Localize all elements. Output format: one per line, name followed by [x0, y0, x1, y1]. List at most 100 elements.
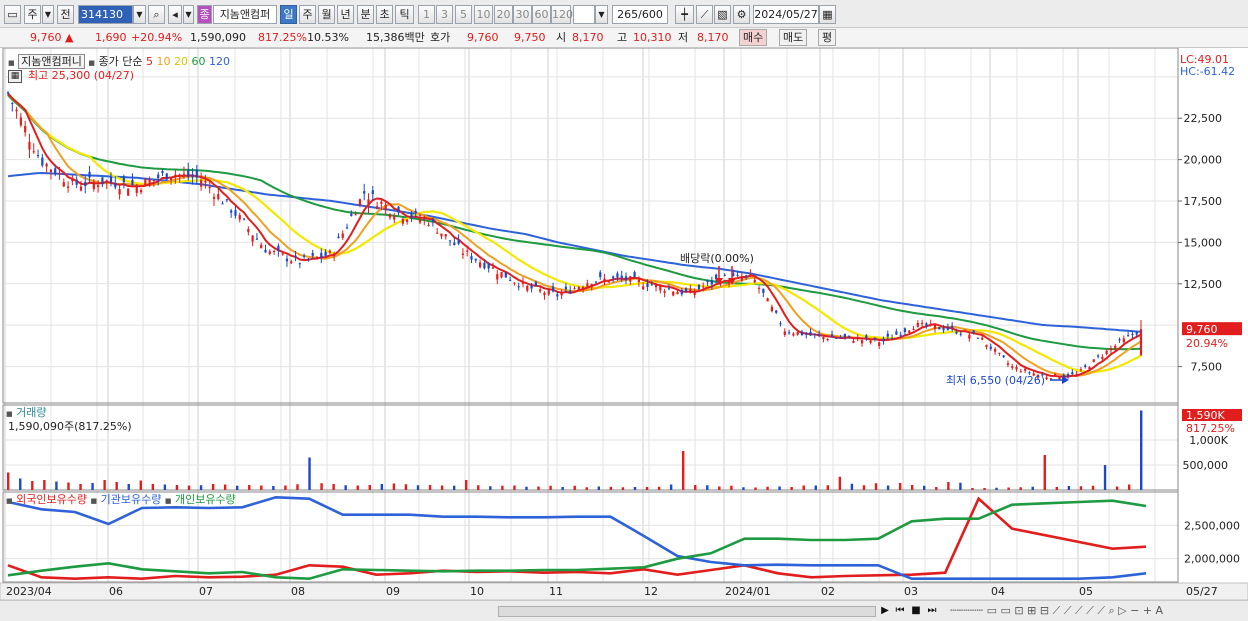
ma-120-label[interactable]: 120 — [209, 55, 230, 68]
candle-body — [139, 189, 143, 193]
window-icon[interactable]: ▭ — [4, 5, 21, 24]
interval-10[interactable]: 10 — [474, 5, 493, 24]
sell-button[interactable]: 매도 — [779, 29, 808, 46]
custom-interval-input[interactable] — [573, 5, 595, 24]
volume-bar — [730, 485, 733, 490]
ma-20-label[interactable]: 20 — [174, 55, 188, 68]
ma-5-label[interactable]: 5 — [146, 55, 153, 68]
period-main-select[interactable]: 주 — [24, 5, 41, 24]
interval-3[interactable]: 3 — [436, 5, 453, 24]
chevron-down-icon[interactable]: ▼ — [42, 5, 54, 24]
candle-body — [869, 340, 872, 343]
candle-body — [766, 298, 769, 302]
candle-body — [114, 182, 117, 188]
period-month[interactable]: 월 — [318, 5, 335, 24]
interval-30[interactable]: 30 — [513, 5, 532, 24]
date-input[interactable]: 2024/05/27 — [753, 5, 819, 24]
interval-20[interactable]: 20 — [494, 5, 513, 24]
candle-body — [101, 177, 104, 185]
chart-svg[interactable]: 2023/04 06 07 08 09 10 11 12 2024/01 02 03 04 05 05/2… — [0, 48, 1248, 600]
gear-icon[interactable]: ⚙ — [733, 5, 750, 24]
calendar-icon[interactable]: ▦ — [819, 5, 836, 24]
period-week[interactable]: 주 — [299, 5, 316, 24]
candle-body — [998, 352, 1001, 354]
candle-body — [607, 281, 610, 283]
candle-body — [32, 151, 35, 153]
prev-button[interactable]: 전 — [57, 5, 74, 24]
price-tick-label: 15,000 — [1184, 236, 1223, 249]
individual-holdings-label[interactable]: 개인보유수량 — [175, 493, 236, 506]
bottom-scrollbar[interactable]: ▶ ⏮ ■ ⏭ ┄┄┄┄┄ ▭ ▭ ⊡ ⊞ ⊟ ⟋ ⟋ ⟋ ⟋ ⟋ ⌕ ▷ − … — [0, 600, 1248, 621]
stop-icon[interactable]: ■ — [909, 604, 923, 619]
volume-bar — [1079, 486, 1083, 490]
ma-10-label[interactable]: 10 — [156, 55, 170, 68]
foreign-holdings-label[interactable]: 외국인보유수량 — [16, 493, 87, 506]
candle-body — [444, 234, 447, 237]
volume-bar — [995, 487, 998, 490]
x-axis-bar — [0, 582, 1248, 600]
candle-body — [97, 185, 100, 188]
x-tick-label: 07 — [199, 585, 213, 598]
buy-button[interactable]: 매수 — [739, 29, 768, 46]
candle-body — [551, 286, 555, 292]
interval-5[interactable]: 5 — [455, 5, 472, 24]
candle-body — [19, 117, 22, 126]
period-tick[interactable]: 틱 — [395, 5, 414, 24]
volume-bar — [1127, 484, 1131, 490]
candle-body — [921, 322, 924, 324]
candle-body — [1114, 345, 1117, 349]
volume-value: 1,590,090 — [190, 31, 246, 44]
interval-60[interactable]: 60 — [532, 5, 551, 24]
volume-bar — [1115, 486, 1119, 490]
candle-body — [28, 141, 31, 150]
interval-1[interactable]: 1 — [418, 5, 435, 24]
count-input[interactable]: 265/600 — [612, 5, 668, 24]
candle-body — [242, 218, 246, 220]
speaker-icon[interactable]: ◂ — [168, 5, 182, 24]
candle-body — [436, 232, 439, 234]
candle-body — [848, 335, 851, 337]
period-day[interactable]: 일 — [280, 5, 297, 24]
scroll-track[interactable] — [498, 606, 876, 617]
drawing-tools[interactable]: ┄┄┄┄┄ ▭ ▭ ⊡ ⊞ ⊟ ⟋ ⟋ ⟋ ⟋ ⟋ ⌕ ▷ − + A — [950, 604, 1163, 618]
institution-holdings-label[interactable]: 기관보유수량 — [101, 493, 162, 506]
stock-code-input[interactable]: 314130 — [78, 5, 133, 24]
search-icon[interactable]: ⌕ — [148, 5, 165, 24]
code-dropdown-icon[interactable]: ▼ — [133, 5, 146, 24]
grid-toggle-icon[interactable]: ▦ — [8, 70, 22, 83]
candle-body — [882, 338, 885, 342]
period-year[interactable]: 년 — [337, 5, 354, 24]
chart-style-icon[interactable]: ⟋ — [696, 5, 713, 24]
scroll-start-icon[interactable]: ⏮ — [893, 604, 907, 619]
candle-type-icon[interactable]: ┿ — [675, 5, 694, 24]
eval-button[interactable]: 평 — [818, 29, 837, 46]
volume-bar — [923, 485, 926, 490]
interval-120[interactable]: 120 — [551, 5, 573, 24]
candle-body — [410, 214, 413, 219]
chart-area[interactable]: 2023/04 06 07 08 09 10 11 12 2024/01 02 03 04 05 05/2… — [0, 48, 1248, 621]
scroll-right-icon[interactable]: ▶ — [878, 604, 892, 619]
legend-square-icon: ■ — [88, 59, 95, 67]
period-second[interactable]: 초 — [376, 5, 393, 24]
period-minute[interactable]: 분 — [357, 5, 374, 24]
candle-body — [1135, 332, 1138, 335]
candle-body — [453, 242, 456, 246]
x-tick-label: 05 — [1079, 585, 1093, 598]
volume-bar — [465, 480, 468, 490]
candle-body — [620, 275, 623, 279]
candle-body — [298, 263, 301, 265]
x-tick-label: 11 — [549, 585, 563, 598]
candle-body — [290, 261, 293, 264]
candle-body — [963, 330, 967, 332]
candle-body — [384, 204, 387, 210]
custom-interval-dropdown-icon[interactable]: ▼ — [595, 5, 608, 24]
indicator-icon[interactable]: ▧ — [714, 5, 731, 24]
open-label: 시 — [556, 31, 567, 44]
candle-body — [560, 293, 563, 296]
candle-body — [903, 328, 907, 333]
ma-60-label[interactable]: 60 — [191, 55, 205, 68]
speaker-dropdown-icon[interactable]: ▼ — [183, 5, 194, 24]
candle-body — [161, 170, 164, 174]
scroll-end-icon[interactable]: ⏭ — [925, 604, 939, 619]
candle-body — [749, 273, 752, 275]
